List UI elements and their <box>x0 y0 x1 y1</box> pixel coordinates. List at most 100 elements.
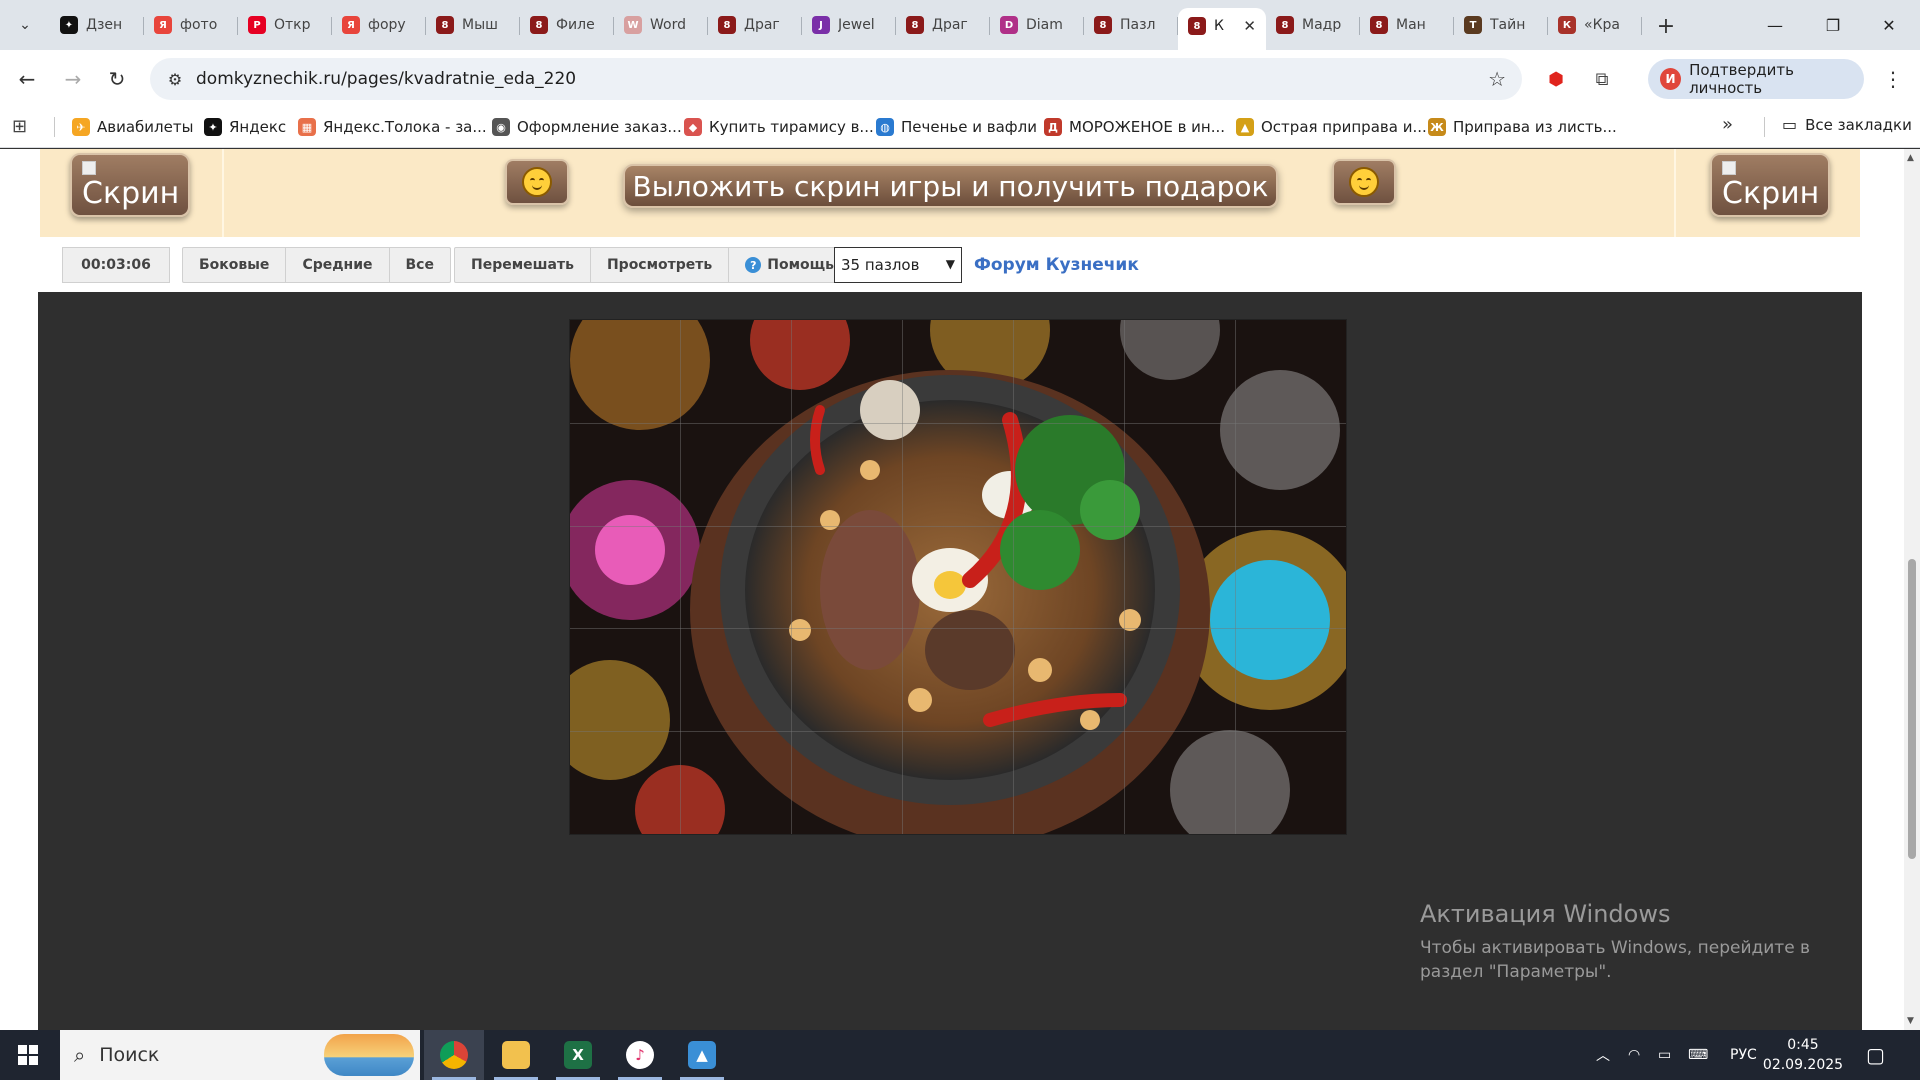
tab-title: фото <box>180 17 218 33</box>
shuffle-button[interactable]: Перемешать <box>455 248 591 282</box>
tab-12[interactable]: 8 К ✕ <box>1178 8 1266 50</box>
bookmark-item[interactable]: ◉ Оформление заказ... <box>492 115 682 139</box>
music-note-icon: ♪ <box>626 1041 654 1069</box>
notifications-icon[interactable]: ▢ <box>1866 1030 1885 1080</box>
reload-button[interactable]: ↻ <box>100 62 134 96</box>
tab-search-button[interactable]: ⌄ <box>10 12 40 38</box>
browser-menu-button[interactable]: ⋮ <box>1880 66 1906 92</box>
tab-strip: ⌄ ✦ Дзен Яфото P Откр Яфору 8 Мыш 8 Филе W Word 8 Дра… <box>0 0 1920 50</box>
close-tab-icon[interactable]: ✕ <box>1243 17 1256 35</box>
taskbar-chrome[interactable] <box>424 1030 484 1080</box>
pieces-count-select[interactable]: 35 пазлов ▼ <box>834 247 962 283</box>
tab-7[interactable]: 8 Драг <box>708 8 802 42</box>
scroll-up-icon[interactable]: ▲ <box>1907 153 1914 163</box>
close-window-button[interactable]: ✕ <box>1866 10 1912 40</box>
start-button[interactable] <box>0 1030 56 1080</box>
bookmark-item[interactable]: Д МОРОЖЕНОЕ в ин... <box>1044 115 1225 139</box>
preview-button[interactable]: Просмотреть <box>591 248 730 282</box>
screenshot-button-left[interactable]: Скрин <box>70 153 190 217</box>
bookmark-item[interactable]: ◍ Печенье и вафли <box>876 115 1037 139</box>
filter-edges-button[interactable]: Боковые <box>183 248 287 282</box>
tab-5[interactable]: 8 Филе <box>520 8 614 42</box>
new-tab-button[interactable]: + <box>1652 12 1680 40</box>
help-button[interactable]: ? Помощь <box>729 248 850 282</box>
address-url[interactable]: domkyznechik.ru/pages/kvadratnie_eda_220 <box>196 69 576 89</box>
emoji-button-right[interactable] <box>1332 159 1396 205</box>
bookmark-item[interactable]: ◆ Купить тирамису в... <box>684 115 874 139</box>
tab-10[interactable]: D Diam <box>990 8 1084 42</box>
scrollbar-thumb[interactable] <box>1908 559 1916 859</box>
restore-button[interactable]: ❐ <box>1810 10 1856 40</box>
tab-11[interactable]: 8 Пазл <box>1084 8 1178 42</box>
tab-15[interactable]: T Тайн <box>1454 8 1548 42</box>
forward-button[interactable]: → <box>56 62 90 96</box>
filter-all-button[interactable]: Все <box>390 248 450 282</box>
taskbar-search[interactable]: ⌕ Поиск <box>60 1030 420 1080</box>
tab-favicon-icon: D <box>1000 16 1018 34</box>
clock-time: 0:45 <box>1787 1037 1819 1053</box>
bookmark-item[interactable]: ✈ Авиабилеты <box>72 115 193 139</box>
all-bookmarks-button[interactable]: ▭ Все закладки <box>1782 115 1912 134</box>
scroll-down-icon[interactable]: ▼ <box>1907 1016 1914 1026</box>
tab-8[interactable]: J Jewel <box>802 8 896 42</box>
keyboard-icon[interactable]: ⌨ <box>1688 1030 1708 1080</box>
tab-16[interactable]: К «Кра <box>1548 8 1642 42</box>
bookmark-label: Яндекс <box>229 118 287 136</box>
adblock-extension-icon[interactable]: ⬢ <box>1543 66 1569 92</box>
profile-button[interactable]: И Подтвердить личность <box>1648 59 1864 99</box>
back-button[interactable]: ← <box>10 62 44 96</box>
taskbar-photos[interactable]: ▲ <box>672 1030 732 1080</box>
arrow-left-icon: ← <box>18 67 36 91</box>
tab-title: Откр <box>274 17 311 33</box>
extensions-puzzle-icon[interactable]: ⧉ <box>1589 66 1615 92</box>
bookmark-label: Яндекс.Толока - за... <box>323 118 487 136</box>
minimize-button[interactable]: — <box>1752 10 1798 40</box>
taskbar-clock[interactable]: 0:45 02.09.2025 <box>1760 1035 1846 1075</box>
tab-favicon-icon: 8 <box>436 16 454 34</box>
forum-link[interactable]: Форум Кузнечик <box>974 255 1139 275</box>
taskbar-itunes[interactable]: ♪ <box>610 1030 670 1080</box>
filter-middle-button[interactable]: Средние <box>286 248 390 282</box>
puzzle-board[interactable] <box>570 320 1346 834</box>
taskbar-file-explorer[interactable] <box>486 1030 546 1080</box>
taskbar-excel[interactable]: X <box>548 1030 608 1080</box>
tab-9[interactable]: 8 Драг <box>896 8 990 42</box>
battery-icon[interactable]: ▭ <box>1658 1030 1671 1080</box>
tab-title: Дзен <box>86 17 123 33</box>
network-icon[interactable]: ◠ <box>1628 1030 1640 1080</box>
tab-4[interactable]: 8 Мыш <box>426 8 520 42</box>
bookmark-item[interactable]: Ж Приправа из листь... <box>1428 115 1617 139</box>
post-screenshot-button[interactable]: Выложить скрин игры и получить подарок <box>623 164 1278 208</box>
page-scrollbar[interactable]: ▲ ▼ <box>1904 149 1920 1030</box>
select-caret-icon: ▼ <box>945 257 955 271</box>
tray-overflow-button[interactable]: ︿ <box>1596 1030 1610 1080</box>
screenshot-button-right[interactable]: Скрин <box>1710 153 1830 217</box>
tab-6[interactable]: W Word <box>614 8 708 42</box>
tab-favicon-icon: 8 <box>530 16 548 34</box>
tab-14[interactable]: 8 Ман <box>1360 8 1454 42</box>
tab-favicon-icon: Я <box>342 16 360 34</box>
tab-1[interactable]: Яфото <box>144 8 238 42</box>
bookmark-item[interactable]: ✦ Яндекс <box>204 115 286 139</box>
bookmark-item[interactable]: ▲ Острая приправа и... <box>1236 115 1427 139</box>
tab-0[interactable]: ✦ Дзен <box>50 8 144 42</box>
address-bar[interactable]: ⚙ domkyznechik.ru/pages/kvadratnie_eda_2… <box>150 58 1522 100</box>
tab-title: Jewel <box>838 17 875 33</box>
site-info-icon[interactable]: ⚙ <box>154 70 196 89</box>
all-bookmarks-label: Все закладки <box>1805 115 1912 134</box>
emoji-button-left[interactable] <box>505 159 569 205</box>
more-bookmarks-button[interactable]: » <box>1722 114 1733 135</box>
bookmark-label: МОРОЖЕНОЕ в ин... <box>1069 118 1226 136</box>
tab-title: Мыш <box>462 17 498 33</box>
tab-3[interactable]: Яфору <box>332 8 426 42</box>
tab-favicon-icon: 8 <box>1188 17 1206 35</box>
tab-13[interactable]: 8 Мадр <box>1266 8 1360 42</box>
chevron-down-icon: ⌄ <box>19 17 31 33</box>
smiley-face-icon <box>522 167 552 197</box>
tab-2[interactable]: P Откр <box>238 8 332 42</box>
apps-grid-icon[interactable]: ⊞ <box>12 116 34 138</box>
input-language[interactable]: РУС <box>1730 1030 1757 1080</box>
bookmark-item[interactable]: ▦ Яндекс.Толока - за... <box>298 115 487 139</box>
bookmark-star-icon[interactable]: ☆ <box>1488 67 1506 91</box>
bookmarks-bar: ⊞ ✈ Авиабилеты ✦ Яндекс ▦ Яндекс.Толока - за.… <box>0 106 1920 148</box>
